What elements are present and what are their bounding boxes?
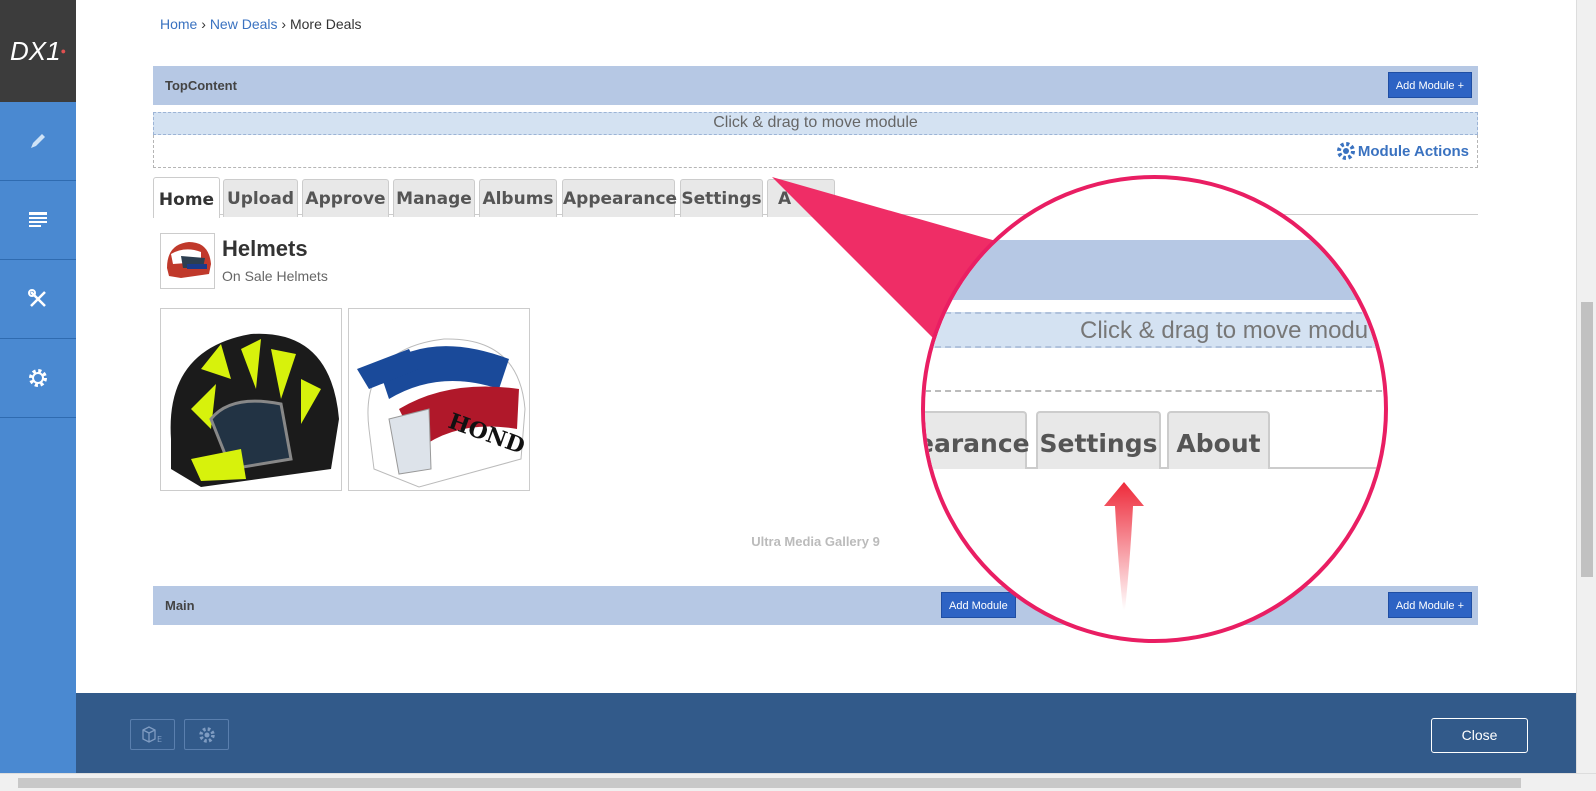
add-module-button[interactable]: Add Module + <box>1387 592 1472 618</box>
document-lines-icon <box>29 212 47 227</box>
gear-icon <box>198 726 215 743</box>
content-button[interactable] <box>0 181 76 260</box>
helmet-image <box>167 242 211 278</box>
up-arrow-icon <box>1104 482 1144 610</box>
sidebar: DX1 ● <box>0 0 76 791</box>
album-thumbnail[interactable] <box>160 233 215 289</box>
logo-mark-icon: ● <box>60 46 66 56</box>
settings-button[interactable] <box>0 339 76 418</box>
pencil-icon <box>31 134 45 148</box>
tab-manage[interactable]: Manage <box>393 179 475 217</box>
vertical-scrollbar[interactable] <box>1576 0 1596 773</box>
gallery-photo[interactable] <box>160 308 342 491</box>
breadcrumb-new-deals[interactable]: New Deals <box>210 16 278 32</box>
edit-button[interactable] <box>0 102 76 181</box>
breadcrumb-current: More Deals <box>289 16 362 32</box>
page-settings-button[interactable] <box>184 719 229 750</box>
zoomed-divider <box>925 390 1384 392</box>
zoomed-tab-settings: Settings <box>1036 411 1161 469</box>
module-actions-label: Module Actions <box>1357 142 1469 160</box>
zoomed-drag-hint: Click & drag to move modu <box>1080 317 1369 344</box>
logo-text: DX1 <box>9 35 61 66</box>
tab-upload[interactable]: Upload <box>223 179 298 217</box>
gallery-photo[interactable]: HOND <box>348 308 530 491</box>
scrollbar-thumb[interactable] <box>18 778 1521 788</box>
close-button[interactable]: Close <box>1431 718 1528 753</box>
breadcrumb: Home › New Deals › More Deals <box>160 16 362 32</box>
album-subtitle: On Sale Helmets <box>222 268 328 284</box>
module-actions-button[interactable]: Module Actions <box>1336 141 1469 161</box>
footer-bar: E Close <box>76 693 1576 773</box>
tab-approve[interactable]: Approve <box>302 179 389 217</box>
horizontal-scrollbar[interactable] <box>0 773 1596 791</box>
tools-icon <box>28 289 46 307</box>
honda-helmet-image: HOND <box>357 338 528 488</box>
svg-text:E: E <box>157 735 162 744</box>
zoomed-pane-header <box>925 240 1384 300</box>
pane-title: Main <box>165 598 195 613</box>
gear-icon <box>29 369 47 387</box>
dx1-logo[interactable]: DX1 ● <box>0 0 76 102</box>
magnifier-callout: Click & drag to move modu earance Settin… <box>921 175 1388 643</box>
pane-title: TopContent <box>165 78 237 93</box>
album-title: Helmets <box>222 236 308 261</box>
zoomed-tab-appearance: earance <box>925 411 1030 469</box>
motocross-helmet-image <box>170 333 339 487</box>
breadcrumb-separator: › <box>281 16 287 32</box>
module-drag-handle[interactable]: Click & drag to move module <box>153 112 1478 135</box>
zoomed-tab-about: About <box>1167 411 1270 469</box>
topcontent-pane-header: TopContent Add Module + <box>153 66 1478 105</box>
cube-icon: E <box>141 725 162 744</box>
scrollbar-thumb[interactable] <box>1581 302 1593 577</box>
breadcrumb-separator: › <box>201 16 206 32</box>
tab-home[interactable]: Home <box>153 177 220 218</box>
zoomed-drag-bar: Click & drag to move modu <box>925 312 1384 348</box>
tab-settings[interactable]: Settings <box>680 179 763 217</box>
add-module-button[interactable]: Add Module + <box>1387 72 1472 98</box>
breadcrumb-home[interactable]: Home <box>160 16 197 32</box>
add-module-button[interactable]: Add Module <box>941 592 1016 618</box>
edit-mode-button[interactable]: E <box>130 719 175 750</box>
gear-icon <box>1336 142 1355 160</box>
tools-button[interactable] <box>0 260 76 339</box>
tab-appearance[interactable]: Appearance <box>562 179 677 217</box>
tab-albums[interactable]: Albums <box>479 179 557 217</box>
module-actions-bar: Module Actions <box>153 135 1478 168</box>
